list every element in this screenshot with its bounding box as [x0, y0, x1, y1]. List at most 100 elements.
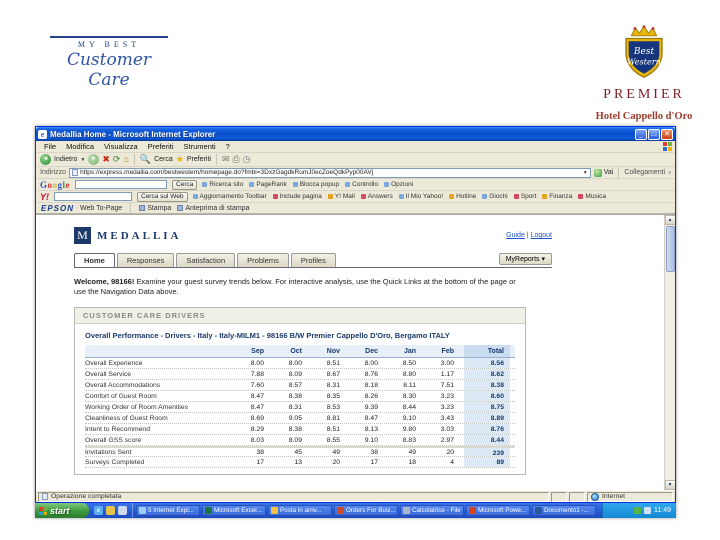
ie-page-icon: e [38, 129, 47, 139]
metric-label: Cleanliness of Guest Room [85, 414, 168, 422]
task-button[interactable]: 5 Internet Expl... [136, 505, 200, 516]
menu-item-modifica[interactable]: Modifica [61, 142, 99, 151]
tab-profiles[interactable]: Profiles [290, 253, 336, 267]
go-label: Vai [603, 169, 614, 176]
yahoo-toolbar-item[interactable]: Hotline [449, 193, 476, 200]
metric-value: 1.17 [440, 370, 454, 378]
yahoo-toolbar-item[interactable]: Finanza [542, 193, 572, 200]
yahoo-toolbar-item[interactable]: Musica [578, 193, 606, 200]
menu-item-visualizza[interactable]: Visualizza [99, 142, 143, 151]
metric-total: 8.75 [464, 402, 510, 413]
start-button[interactable]: start [35, 503, 89, 518]
back-button-label[interactable]: Indietro [54, 156, 77, 163]
refresh-icon[interactable]: ⟳ [113, 154, 121, 165]
minimize-button[interactable]: _ [635, 128, 647, 140]
back-dropdown-icon[interactable]: ▼ [80, 157, 85, 163]
address-input[interactable]: https://express.medallia.com/bestwestern… [69, 167, 591, 178]
yahoo-toolbar-item[interactable]: Y! Mail [328, 193, 355, 200]
yahoo-toolbar-item[interactable]: Giochi [482, 193, 507, 200]
metric-value: 49 [332, 448, 340, 456]
table-row: Intent to Recommend 8.29 8.38 8.51 8.13 9.80 3… [85, 424, 515, 436]
address-bar: Indirizzo https://express.medallia.com/b… [36, 167, 675, 179]
logout-link[interactable]: Logout [531, 232, 552, 239]
tab-home[interactable]: Home [74, 253, 115, 267]
forward-icon[interactable]: ► [88, 154, 100, 165]
tab-problems[interactable]: Problems [237, 253, 289, 267]
yahoo-toolbar-item[interactable]: Include pagina [273, 193, 322, 200]
history-icon[interactable]: ◷ [243, 154, 251, 165]
scroll-down-icon[interactable]: ▼ [664, 480, 675, 490]
metric-value: 3.23 [440, 392, 454, 400]
google-toolbar-item[interactable]: Controllo [345, 181, 378, 188]
metric-value: 8.57 [288, 381, 302, 389]
menu-item-help[interactable]: ? [221, 142, 235, 151]
best-western-premier-logo: Best Western PREMIER Hotel Cappello d'Or… [584, 24, 704, 122]
title-bar[interactable]: e Medallia Home - Microsoft Internet Exp… [36, 127, 675, 141]
google-toolbar-item[interactable]: PageRank [249, 181, 286, 188]
metric-value: 8.38 [288, 425, 302, 433]
print-icon[interactable]: ⎙ [233, 154, 240, 165]
tab-satisfaction[interactable]: Satisfaction [176, 253, 236, 267]
print-button[interactable]: Stampa [139, 205, 171, 212]
metric-value: 8.26 [364, 392, 378, 400]
home-icon[interactable]: ⌂ [123, 154, 128, 165]
print-preview-button[interactable]: Anteprima di stampa [177, 205, 250, 212]
back-icon[interactable]: ◄ [40, 154, 51, 165]
menu-item-strumenti[interactable]: Strumenti [179, 142, 221, 151]
guide-link[interactable]: Guide [506, 232, 525, 239]
google-toolbar-item[interactable]: Ricerca sito [202, 181, 243, 188]
mail-icon[interactable]: ✉ [222, 154, 230, 165]
yahoo-toolbar-item[interactable]: Aggiornamento Toolbar [193, 193, 267, 200]
metric-value: 8.18 [364, 381, 378, 389]
links-label[interactable]: Collegamenti [624, 169, 665, 176]
favorites-button-label[interactable]: Preferiti [187, 156, 211, 163]
tab-responses[interactable]: Responses [116, 253, 175, 267]
task-button[interactable]: Posta in arriv... [268, 505, 332, 516]
address-url[interactable]: https://express.medallia.com/bestwestern… [80, 169, 581, 176]
yahoo-search-button[interactable]: Cerca sul Web [137, 191, 188, 202]
metric-total: 239 [464, 448, 510, 457]
yahoo-toolbar-item[interactable]: Sport [514, 193, 537, 200]
close-button[interactable]: ✕ [661, 128, 673, 140]
task-button[interactable]: Calcolatrice - File [400, 505, 464, 516]
search-icon[interactable]: 🔍 [140, 154, 151, 165]
links-chevron-icon[interactable]: » [668, 170, 671, 176]
antivirus-tray-icon[interactable] [634, 507, 641, 514]
scroll-thumb[interactable] [665, 226, 675, 272]
mail-task-icon [271, 507, 278, 514]
task-button[interactable]: Microsoft Powe... [466, 505, 530, 516]
google-toolbar-item[interactable]: Opzioni [384, 181, 413, 188]
yahoo-search-input[interactable] [54, 192, 132, 201]
menu-item-preferiti[interactable]: Preferiti [143, 142, 179, 151]
metric-value: 8.67 [326, 370, 340, 378]
hotel-name: Hotel Cappello d'Oro [595, 111, 693, 122]
medallia-brand: MEDALLIA [97, 229, 182, 242]
myreports-button[interactable]: MyReports ▾ [498, 253, 552, 265]
google-search-button[interactable]: Cerca [172, 179, 198, 190]
favorites-icon[interactable]: ★ [176, 154, 184, 165]
quick-launch-mail-icon[interactable] [106, 506, 115, 515]
best-western-shield-icon: Best Western [625, 25, 663, 78]
show-desktop-icon[interactable] [118, 506, 127, 515]
task-button[interactable]: Documento1 -... [532, 505, 596, 516]
maximize-button[interactable]: □ [648, 128, 660, 140]
quick-launch-ie-icon[interactable]: e [94, 506, 103, 515]
google-toolbar-item[interactable]: Blocca popup [293, 181, 339, 188]
menu-item-file[interactable]: File [39, 142, 61, 151]
task-button[interactable]: Microsoft Excel... [202, 505, 266, 516]
metric-value: 8.55 [326, 436, 340, 444]
volume-tray-icon[interactable] [644, 507, 651, 514]
yahoo-toolbar-item[interactable]: Il Mio Yahoo! [399, 193, 443, 200]
taskbar-clock[interactable]: 11:49 [654, 507, 671, 514]
scroll-up-icon[interactable]: ▲ [664, 215, 675, 225]
browser-content: M MEDALLIA Guide | Logout Home Responses S… [36, 214, 675, 490]
search-button-label[interactable]: Cerca [154, 156, 173, 163]
task-button[interactable]: Orders For Busi... [334, 505, 398, 516]
go-button[interactable]: Vai [593, 168, 614, 177]
vertical-scrollbar[interactable]: ▲ ▼ [664, 215, 675, 490]
stop-icon[interactable]: ✖ [102, 154, 110, 165]
yahoo-toolbar-item[interactable]: Answers [361, 193, 393, 200]
google-search-input[interactable] [75, 180, 168, 189]
address-dropdown-icon[interactable]: ▼ [583, 170, 588, 176]
word-task-icon [535, 507, 542, 514]
